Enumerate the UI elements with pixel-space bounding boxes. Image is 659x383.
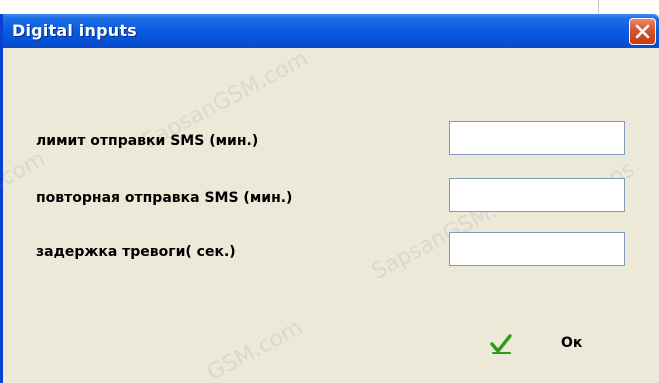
field-label-alarm-delay: задержка тревоги( сек.) bbox=[36, 244, 236, 260]
field-label-sms-limit: лимит отправки SMS (мин.) bbox=[36, 133, 259, 149]
close-button[interactable] bbox=[629, 18, 656, 45]
digital-inputs-dialog: Digital inputs SapsanGSM.com .com Sapsan… bbox=[0, 14, 659, 383]
ok-button-label: Ок bbox=[561, 335, 583, 351]
checkmark-icon bbox=[490, 334, 512, 354]
alarm-delay-input[interactable] bbox=[449, 232, 625, 266]
dialog-body: SapsanGSM.com .com SapsanGSM.com GSM.com… bbox=[0, 46, 659, 383]
background-strip bbox=[0, 0, 659, 14]
dialog-title: Digital inputs bbox=[12, 21, 137, 40]
close-icon bbox=[635, 24, 650, 39]
field-label-sms-repeat: повторная отправка SMS (мин.) bbox=[36, 190, 293, 206]
background-divider bbox=[598, 0, 599, 14]
sms-repeat-input[interactable] bbox=[449, 178, 625, 212]
watermark: .com bbox=[0, 146, 50, 195]
dialog-titlebar[interactable]: Digital inputs bbox=[3, 14, 659, 48]
sms-limit-input[interactable] bbox=[449, 121, 625, 155]
watermark: GSM.com bbox=[203, 315, 307, 383]
screen: Digital inputs SapsanGSM.com .com Sapsan… bbox=[0, 0, 659, 383]
ok-button[interactable]: Ок bbox=[483, 324, 623, 364]
